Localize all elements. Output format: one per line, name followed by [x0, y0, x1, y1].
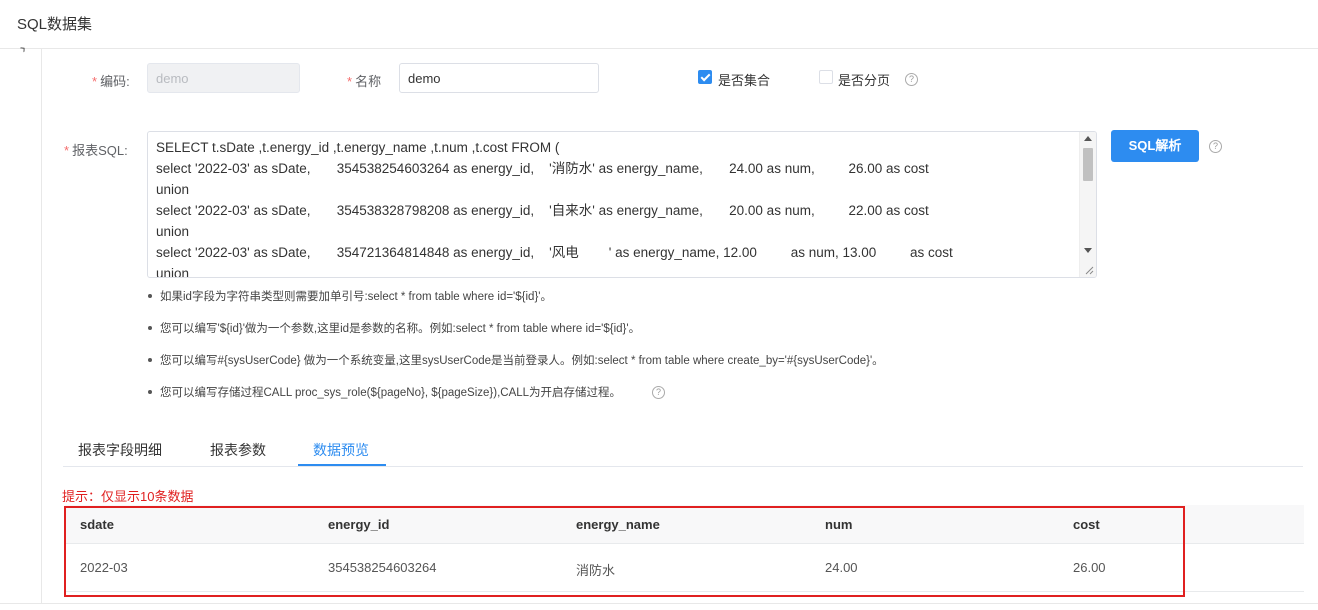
- hint-item: 您可以编写存储过程CALL proc_sys_role(${pageNo}, $…: [148, 384, 621, 400]
- tab-data-preview[interactable]: 数据预览: [313, 440, 369, 460]
- sql-parse-button[interactable]: SQL解析: [1111, 130, 1199, 162]
- code-input[interactable]: [147, 63, 300, 93]
- sql-line: SELECT t.sDate ,t.energy_id ,t.energy_na…: [156, 140, 560, 155]
- sql-text: SELECT t.sDate ,t.energy_id ,t.energy_na…: [156, 137, 1076, 278]
- scroll-thumb[interactable]: [1083, 148, 1093, 181]
- hint-item: 如果id字段为字符串类型则需要加单引号:select * from table …: [148, 288, 552, 304]
- sql-label: * 报表SQL:: [64, 143, 128, 158]
- highlight-annotation: [64, 506, 1185, 597]
- hint-item: 您可以编写'${id}'做为一个参数,这里id是参数的名称。例如:select …: [148, 320, 640, 336]
- bullet: [148, 357, 152, 362]
- resize-handle-icon[interactable]: [1085, 266, 1094, 275]
- bullet: [148, 293, 152, 298]
- is-paged-label[interactable]: 是否分页: [838, 70, 890, 89]
- page-title: SQL数据集: [17, 16, 93, 33]
- sql-line: union: [156, 182, 190, 197]
- tabs-divider: [63, 466, 1303, 467]
- sql-line: select '2022-03' as sDate, 3545383287982…: [156, 203, 929, 218]
- tab-report-params[interactable]: 报表参数: [210, 440, 266, 460]
- code-label: * 编码:: [92, 74, 130, 89]
- active-tab-indicator: [298, 464, 386, 466]
- scroll-up-icon[interactable]: [1084, 136, 1092, 141]
- left-divider: [41, 49, 42, 604]
- sql-line: union: [156, 266, 190, 278]
- name-label: * 名称: [347, 74, 382, 89]
- preview-notice: 提示：仅显示10条数据: [62, 489, 194, 504]
- name-input[interactable]: [399, 63, 599, 93]
- is-collection-checkbox[interactable]: [698, 70, 712, 84]
- bullet: [148, 389, 152, 394]
- sql-textarea[interactable]: SELECT t.sDate ,t.energy_id ,t.energy_na…: [147, 131, 1097, 278]
- tab-field-details[interactable]: 报表字段明细: [78, 440, 162, 460]
- required-asterisk: *: [64, 143, 70, 158]
- bullet: [148, 325, 152, 330]
- help-icon[interactable]: ?: [652, 386, 665, 399]
- scroll-down-icon[interactable]: [1084, 248, 1092, 253]
- page-header: SQL数据集: [0, 0, 1318, 49]
- sql-line: select '2022-03' as sDate, 3547213648148…: [156, 245, 953, 260]
- help-icon[interactable]: ?: [905, 73, 918, 86]
- required-asterisk: *: [347, 74, 353, 89]
- bottom-divider: [0, 603, 1318, 604]
- is-collection-label[interactable]: 是否集合: [718, 70, 770, 89]
- required-asterisk: *: [92, 74, 98, 89]
- help-icon[interactable]: ?: [1209, 140, 1222, 153]
- sql-line: select '2022-03' as sDate, 3545382546032…: [156, 161, 929, 176]
- textarea-scrollbar[interactable]: [1079, 132, 1096, 277]
- hint-item: 您可以编写#{sysUserCode} 做为一个系统变量,这里sysUserCo…: [148, 352, 884, 368]
- sql-line: union: [156, 224, 190, 239]
- is-paged-checkbox[interactable]: [819, 70, 833, 84]
